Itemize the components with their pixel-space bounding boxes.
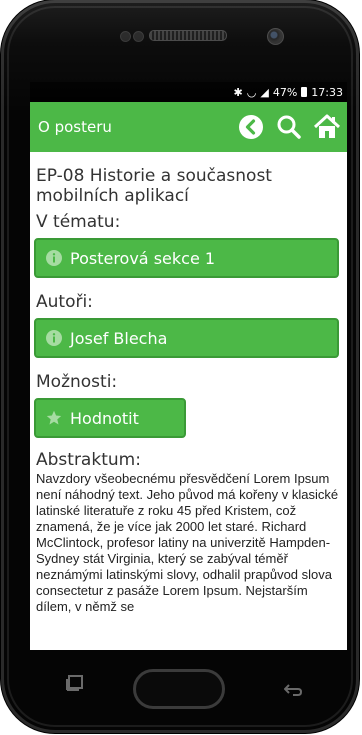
proximity-sensor bbox=[120, 31, 131, 42]
info-icon bbox=[46, 250, 62, 266]
abstract-text: Navzdory všeobecnému přesvědčení Lorem I… bbox=[36, 471, 339, 614]
options-label: Možnosti: bbox=[36, 372, 118, 392]
signal-icon: ◢ bbox=[260, 85, 269, 99]
battery-percent: 47% bbox=[272, 85, 298, 99]
back-arrow-circle-icon[interactable] bbox=[237, 113, 265, 141]
author-button[interactable]: Josef Blecha bbox=[34, 318, 339, 358]
back-hardware-button[interactable] bbox=[283, 681, 303, 696]
rate-button-label: Hodnotit bbox=[70, 408, 139, 428]
star-icon bbox=[46, 410, 62, 426]
rate-button[interactable]: Hodnotit bbox=[34, 398, 186, 438]
page-title: O posteru bbox=[38, 118, 112, 136]
bluetooth-icon: ✱ bbox=[233, 85, 243, 99]
app-bar: O posteru bbox=[30, 102, 347, 152]
status-bar: ✱ ◡ ◢ 47% 17:33 bbox=[30, 82, 347, 102]
home-icon[interactable] bbox=[313, 113, 341, 141]
info-icon bbox=[46, 330, 62, 346]
topic-button-label: Posterová sekce 1 bbox=[70, 248, 216, 268]
abstract-label: Abstraktum: bbox=[36, 450, 141, 470]
earpiece-speaker bbox=[149, 30, 227, 41]
light-sensor bbox=[133, 31, 144, 42]
front-camera bbox=[267, 28, 284, 45]
hardware-nav-bar bbox=[1, 652, 362, 722]
screen: ✱ ◡ ◢ 47% 17:33 O posteru EP-08 Historie… bbox=[30, 82, 347, 650]
battery-icon bbox=[301, 87, 308, 97]
topic-button[interactable]: Posterová sekce 1 bbox=[34, 238, 339, 278]
wifi-icon: ◡ bbox=[246, 85, 257, 99]
clock: 17:33 bbox=[311, 85, 343, 99]
authors-label: Autoři: bbox=[36, 292, 93, 312]
author-button-label: Josef Blecha bbox=[70, 328, 168, 348]
poster-detail: EP-08 Historie a současnost mobilních ap… bbox=[30, 152, 347, 650]
recents-button[interactable] bbox=[65, 675, 85, 691]
poster-title: EP-08 Historie a současnost mobilních ap… bbox=[36, 166, 272, 206]
search-icon[interactable] bbox=[275, 113, 303, 141]
home-hardware-button[interactable] bbox=[133, 669, 225, 709]
phone-frame: ✱ ◡ ◢ 47% 17:33 O posteru EP-08 Historie… bbox=[1, 0, 359, 733]
topic-label: V tématu: bbox=[36, 212, 121, 232]
